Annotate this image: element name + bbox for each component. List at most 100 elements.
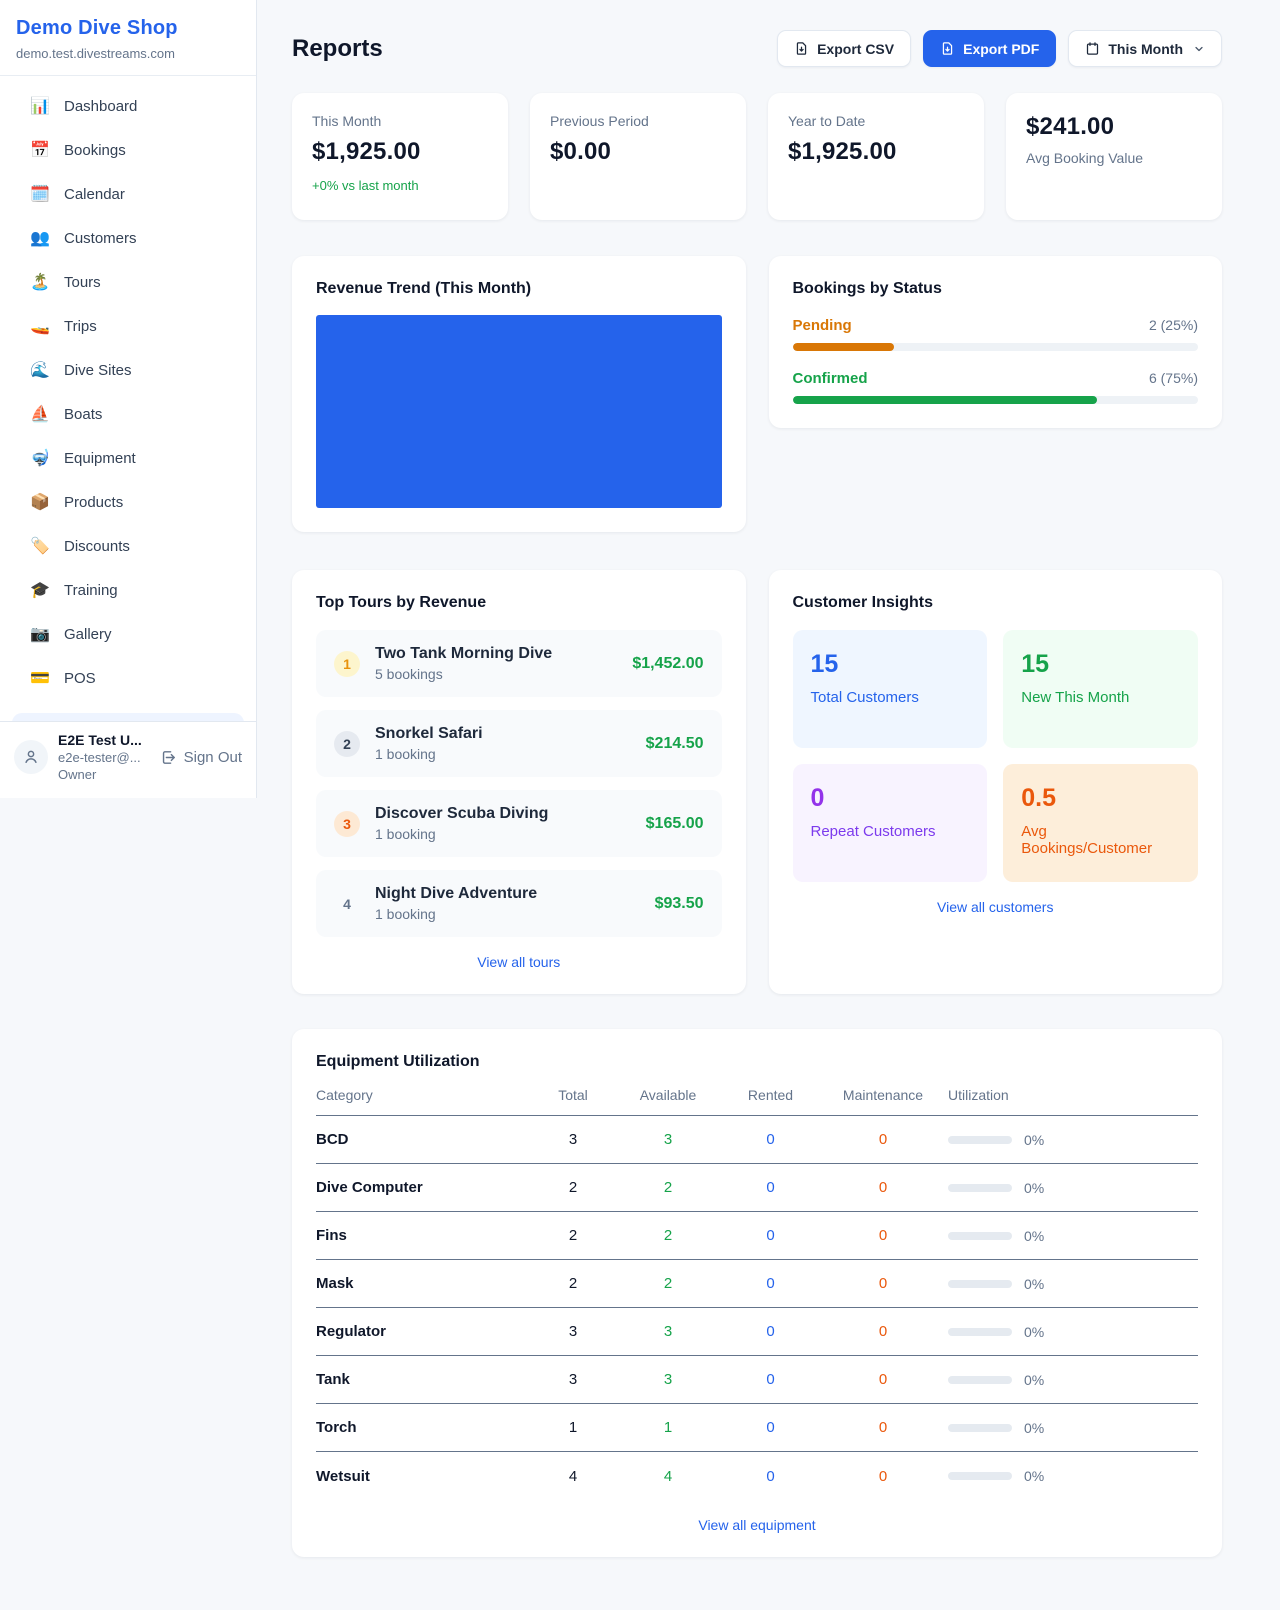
- bookings-by-status-title: Bookings by Status: [793, 280, 1199, 298]
- equipment-available: 2: [613, 1227, 723, 1244]
- sidebar-item-bookings[interactable]: 📅 Bookings: [12, 130, 244, 170]
- user-footer: E2E Test U... e2e-tester@... Owner Sign …: [0, 721, 256, 798]
- customers-icon: 👥: [30, 228, 50, 248]
- shop-domain: demo.test.divestreams.com: [16, 46, 240, 61]
- sidebar-item-products[interactable]: 📦 Products: [12, 482, 244, 522]
- equipment-maintenance: 0: [818, 1275, 948, 1292]
- equipment-available: 4: [613, 1468, 723, 1485]
- table-row: Tank 3 3 0 0 0%: [316, 1356, 1198, 1404]
- equipment-category: Tank: [316, 1371, 533, 1388]
- stat-value: $241.00: [1026, 113, 1202, 141]
- sidebar-item-label: Gallery: [64, 626, 112, 643]
- equipment-available: 1: [613, 1419, 723, 1436]
- equipment-table-header: Category Total Available Rented Maintena…: [316, 1087, 1198, 1116]
- progress-fill: [793, 343, 894, 351]
- utilization-percent: 0%: [1024, 1180, 1044, 1196]
- diving-mask-icon: 🤿: [30, 448, 50, 468]
- tour-revenue: $93.50: [655, 895, 704, 913]
- sidebar-item-discounts[interactable]: 🏷️ Discounts: [12, 526, 244, 566]
- sidebar-item-dive-sites[interactable]: 🌊 Dive Sites: [12, 350, 244, 390]
- tour-name: Night Dive Adventure: [375, 885, 640, 903]
- sidebar-item-boats[interactable]: ⛵ Boats: [12, 394, 244, 434]
- equipment-total: 3: [533, 1131, 613, 1148]
- sidebar-item-label: Equipment: [64, 450, 136, 467]
- sidebar-item-calendar[interactable]: 🗓️ Calendar: [12, 174, 244, 214]
- sidebar-item-label: Boats: [64, 406, 102, 423]
- insight-label: Avg Bookings/Customer: [1021, 823, 1180, 857]
- chevron-down-icon: [1193, 43, 1205, 55]
- tour-revenue: $1,452.00: [632, 655, 703, 673]
- active-nav-indicator: [12, 713, 244, 721]
- equipment-maintenance: 0: [818, 1227, 948, 1244]
- sidebar-item-label: Dashboard: [64, 98, 137, 115]
- sidebar-item-customers[interactable]: 👥 Customers: [12, 218, 244, 258]
- tour-row: 1 Two Tank Morning Dive 5 bookings $1,45…: [316, 630, 722, 697]
- equipment-total: 4: [533, 1468, 613, 1485]
- export-csv-label: Export CSV: [817, 41, 894, 57]
- sidebar-item-trips[interactable]: 🚤 Trips: [12, 306, 244, 346]
- sidebar-nav: 📊 Dashboard 📅 Bookings 🗓️ Calendar 👥 Cus…: [0, 76, 256, 721]
- sidebar-item-training[interactable]: 🎓 Training: [12, 570, 244, 610]
- stat-card-avg-booking-value: $241.00 Avg Booking Value: [1006, 93, 1222, 220]
- tag-icon: 🏷️: [30, 536, 50, 556]
- sidebar-item-label: Calendar: [64, 186, 125, 203]
- tour-name: Two Tank Morning Dive: [375, 645, 617, 663]
- view-all-customers-link[interactable]: View all customers: [793, 899, 1199, 915]
- equipment-rented: 0: [723, 1179, 818, 1196]
- period-select[interactable]: This Month: [1068, 30, 1222, 67]
- export-csv-button[interactable]: Export CSV: [777, 30, 911, 67]
- export-pdf-label: Export PDF: [963, 41, 1039, 57]
- sidebar-item-dashboard[interactable]: 📊 Dashboard: [12, 86, 244, 126]
- sidebar-item-gallery[interactable]: 📷 Gallery: [12, 614, 244, 654]
- sign-out-button[interactable]: Sign Out: [160, 749, 244, 766]
- user-name: E2E Test U...: [58, 732, 150, 748]
- progress-track: [793, 396, 1199, 404]
- stat-label: This Month: [312, 113, 488, 129]
- sidebar-item-label: Discounts: [64, 538, 130, 555]
- export-pdf-button[interactable]: Export PDF: [923, 30, 1056, 67]
- view-all-tours-link[interactable]: View all tours: [316, 954, 722, 970]
- tour-revenue: $165.00: [646, 815, 704, 833]
- credit-card-icon: 💳: [30, 668, 50, 688]
- utilization-bar: [948, 1376, 1012, 1384]
- equipment-maintenance: 0: [818, 1468, 948, 1485]
- stats-row: This Month $1,925.00 +0% vs last month P…: [292, 93, 1222, 220]
- equipment-category: Mask: [316, 1275, 533, 1292]
- sidebar-item-label: Products: [64, 494, 123, 511]
- equipment-total: 3: [533, 1371, 613, 1388]
- equipment-total: 3: [533, 1323, 613, 1340]
- bookings-by-status-card: Bookings by Status Pending 2 (25%) Confi…: [769, 256, 1223, 428]
- column-header-maintenance: Maintenance: [818, 1087, 948, 1103]
- person-icon: [22, 748, 40, 766]
- stat-label: Previous Period: [550, 113, 726, 129]
- equipment-available: 2: [613, 1275, 723, 1292]
- table-row: Fins 2 2 0 0 0%: [316, 1212, 1198, 1260]
- user-role: Owner: [58, 767, 150, 782]
- sidebar-item-pos[interactable]: 💳 POS: [12, 658, 244, 698]
- equipment-rented: 0: [723, 1419, 818, 1436]
- table-row: Wetsuit 4 4 0 0 0%: [316, 1452, 1198, 1500]
- main-content: Reports Export CSV Export PDF: [257, 0, 1280, 1589]
- insight-value: 0.5: [1021, 784, 1180, 813]
- tour-row: 3 Discover Scuba Diving 1 booking $165.0…: [316, 790, 722, 857]
- equipment-rented: 0: [723, 1227, 818, 1244]
- customer-insights-card: Customer Insights 15 Total Customers 15 …: [769, 570, 1223, 994]
- sidebar-item-label: Training: [64, 582, 118, 599]
- insight-tile-repeat-customers: 0 Repeat Customers: [793, 764, 988, 882]
- wave-icon: 🌊: [30, 360, 50, 380]
- tour-bookings: 1 booking: [375, 746, 631, 762]
- utilization-percent: 0%: [1024, 1132, 1044, 1148]
- equipment-available: 2: [613, 1179, 723, 1196]
- equipment-maintenance: 0: [818, 1179, 948, 1196]
- file-download-icon: [794, 41, 809, 56]
- page-header: Reports Export CSV Export PDF: [292, 30, 1222, 67]
- equipment-total: 2: [533, 1275, 613, 1292]
- utilization-bar: [948, 1424, 1012, 1432]
- view-all-equipment-link[interactable]: View all equipment: [316, 1517, 1198, 1533]
- stat-card-year-to-date: Year to Date $1,925.00: [768, 93, 984, 220]
- equipment-category: BCD: [316, 1131, 533, 1148]
- equipment-available: 3: [613, 1371, 723, 1388]
- sidebar-item-tours[interactable]: 🏝️ Tours: [12, 262, 244, 302]
- sidebar-item-equipment[interactable]: 🤿 Equipment: [12, 438, 244, 478]
- rank-badge: 1: [334, 651, 360, 677]
